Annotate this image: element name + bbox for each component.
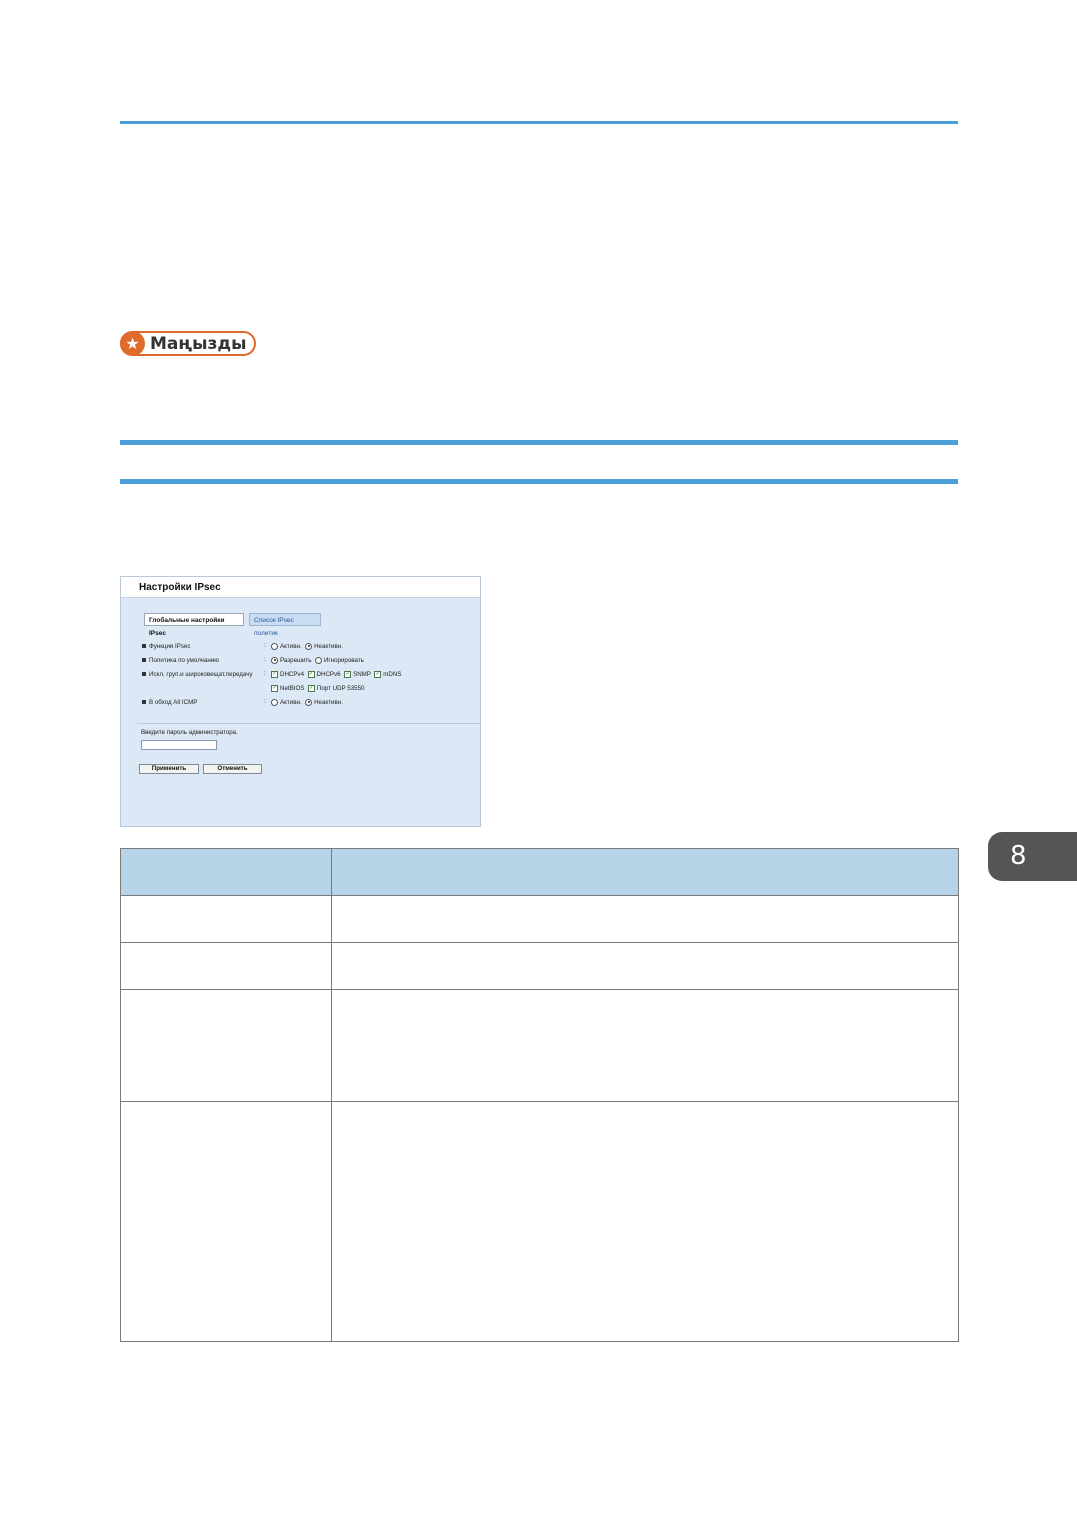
checkbox-dhcpv4[interactable]: ✓ [271, 670, 278, 678]
table-cell [120, 895, 332, 943]
bypass-icmp-options: Активн. Неактивн. [271, 698, 343, 708]
tab-ipsec-policy-list[interactable]: Список IPsec политик [249, 613, 321, 637]
radio-policy-ignore[interactable] [314, 656, 322, 664]
table-cell [331, 1101, 959, 1342]
setting-label-default-policy: Политика по умолчанию [142, 656, 219, 666]
radio-ipsec-inactive[interactable] [305, 642, 313, 650]
admin-password-input[interactable] [141, 740, 217, 750]
important-badge-label: Маңызды [150, 334, 247, 354]
apply-button[interactable]: Применить [139, 764, 199, 774]
radio-icmp-inactive[interactable] [305, 698, 313, 706]
star-icon: ★ [120, 331, 145, 356]
table-header-row [120, 848, 959, 896]
table-header-cell [331, 848, 959, 896]
ipsec-function-options: Активн. Неактивн. [271, 642, 343, 652]
table-cell [331, 895, 959, 943]
exclude-broadcast-checkboxes: ✓ DHCPv4 ✓ DHCPv6 ✓ SNMP ✓ mDNS [271, 670, 402, 678]
setting-label-bypass-icmp: В обход All ICMP [142, 698, 197, 708]
table-header-cell [120, 848, 332, 896]
table-cell [331, 989, 959, 1102]
table-cell [120, 1101, 332, 1342]
ipsec-settings-screenshot: Настройки IPsec Глобальные настройки IPs… [120, 576, 481, 827]
radio-ipsec-active[interactable] [271, 642, 278, 650]
page-title: Настройки IPsec [139, 582, 221, 593]
cancel-button[interactable]: Отменить [203, 764, 262, 774]
table-cell [120, 989, 332, 1102]
checkbox-netbios[interactable]: ✓ [271, 684, 278, 692]
table-cell [120, 942, 332, 990]
divider [137, 723, 480, 724]
important-badge: ★ Маңызды [120, 331, 256, 356]
bullet-icon [142, 672, 146, 677]
tab-global-ipsec-settings[interactable]: Глобальные настройки IPsec [144, 613, 244, 637]
setting-label-ipsec-function: Функция IPsec [142, 642, 190, 652]
checkbox-udp-port[interactable]: ✓ [307, 684, 315, 692]
exclude-broadcast-checkboxes-line2: ✓ NetBIOS ✓ Порт UDP 53550 [271, 684, 365, 692]
checkbox-mdns[interactable]: ✓ [374, 670, 382, 678]
checkbox-snmp[interactable]: ✓ [344, 670, 352, 678]
password-label: Введите пароль администратора. [141, 729, 238, 736]
table-row [120, 1101, 959, 1342]
default-policy-options: Разрешить Игнорировать [271, 656, 364, 666]
table-row [120, 895, 959, 943]
chapter-tab: 8 [988, 832, 1077, 881]
bullet-icon [142, 658, 146, 663]
table-cell [331, 942, 959, 990]
bullet-icon [142, 644, 146, 649]
radio-icmp-active[interactable] [271, 698, 278, 706]
radio-policy-allow[interactable] [271, 656, 278, 664]
table-row [120, 942, 959, 990]
table-row [120, 989, 959, 1102]
top-rule [120, 121, 958, 124]
screenshot-titlebar: Настройки IPsec [121, 577, 480, 598]
section-divider-top [120, 440, 958, 445]
setting-label-exclude-broadcast: Искл. груп.и широковещат.передачу [142, 670, 253, 680]
bullet-icon [142, 700, 146, 705]
settings-description-table [120, 848, 959, 1342]
checkbox-dhcpv6[interactable]: ✓ [307, 670, 315, 678]
chapter-number: 8 [1010, 841, 1027, 871]
section-divider-bottom [120, 479, 958, 484]
